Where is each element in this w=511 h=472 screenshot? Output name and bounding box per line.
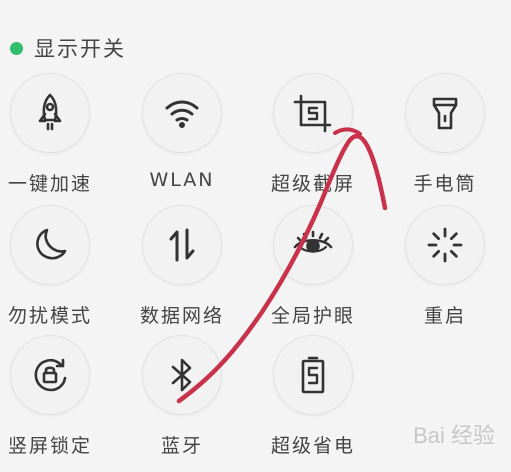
toggle-portrait-lock[interactable]: 竖屏锁定: [0, 335, 105, 458]
toggle-flashlight-button[interactable]: [405, 73, 485, 153]
toggle-wlan[interactable]: WLAN: [127, 73, 237, 191]
toggle-eye-care-button[interactable]: [273, 205, 353, 285]
watermark: Bai 经验: [413, 423, 495, 448]
toggle-flashlight[interactable]: 手电筒: [390, 73, 500, 196]
screenshot-icon: [293, 94, 332, 133]
tile-label: 竖屏锁定: [7, 435, 92, 457]
tile-label: 蓝牙: [160, 435, 203, 457]
toggle-do-not-disturb[interactable]: 勿扰模式: [0, 205, 105, 328]
mobile-data-icon: [169, 228, 195, 262]
toggle-mobile-data[interactable]: 数据网络: [127, 205, 237, 328]
toggle-bluetooth-button[interactable]: [142, 335, 222, 415]
toggle-restart-button[interactable]: [405, 205, 485, 285]
toggle-bluetooth[interactable]: 蓝牙: [127, 335, 237, 458]
toggle-eye-care[interactable]: 全局护眼: [258, 205, 368, 328]
rocket-icon: [38, 93, 62, 131]
tile-label: 重启: [423, 305, 466, 327]
section-title: 显示开关: [34, 37, 126, 61]
status-dot: [10, 41, 23, 55]
toggle-super-power-saving-button[interactable]: [273, 335, 353, 415]
toggle-mobile-data-button[interactable]: [142, 205, 222, 285]
flashlight-icon: [432, 97, 458, 130]
tile-label: 手电筒: [413, 173, 477, 195]
tile-label: 数据网络: [139, 305, 224, 327]
moon-icon: [36, 228, 67, 260]
tile-label: 一键加速: [7, 173, 92, 195]
bluetooth-icon: [171, 358, 192, 392]
toggle-quick-boost-button[interactable]: [10, 73, 90, 153]
toggle-do-not-disturb-button[interactable]: [10, 205, 90, 285]
toggle-super-power-saving[interactable]: 超级省电: [258, 335, 368, 458]
tile-label: 全局护眼: [270, 305, 355, 327]
section-header: 显示开关: [10, 33, 126, 63]
tile-label: 超级省电: [270, 435, 355, 457]
battery-saver-icon: [301, 356, 325, 394]
toggle-wlan-button[interactable]: [142, 73, 222, 153]
toggle-quick-boost[interactable]: 一键加速: [0, 73, 105, 196]
restart-icon: [427, 227, 463, 263]
tile-label: 超级截屏: [270, 173, 355, 195]
tile-label: WLAN: [149, 169, 215, 191]
toggle-super-screenshot[interactable]: 超级截屏: [258, 73, 368, 196]
wifi-icon: [165, 100, 199, 128]
toggle-restart[interactable]: 重启: [390, 205, 500, 328]
rotation-lock-icon: [34, 358, 67, 392]
toggle-super-screenshot-button[interactable]: [273, 73, 353, 153]
toggle-portrait-lock-button[interactable]: [10, 335, 90, 415]
tile-label: 勿扰模式: [7, 305, 92, 327]
eye-icon: [293, 230, 333, 253]
